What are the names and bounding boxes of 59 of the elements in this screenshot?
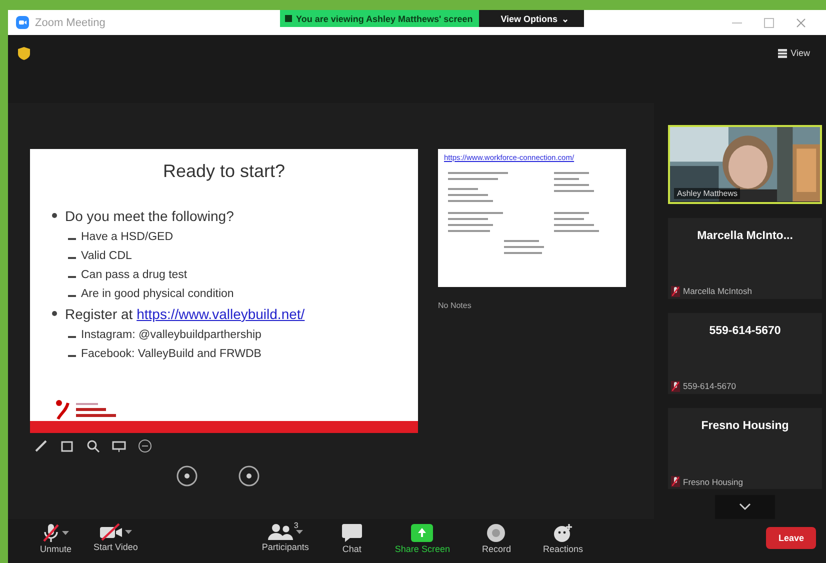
participant-name: 559-614-5670 <box>683 381 736 392</box>
sub-bullet-text: Are in good physical condition <box>81 288 234 300</box>
notes-text: No Notes <box>438 301 472 310</box>
dash-icon <box>68 276 76 278</box>
share-screen-icon <box>410 523 434 543</box>
close-icon[interactable] <box>796 18 806 28</box>
bullet-icon <box>52 311 57 316</box>
record-button[interactable]: Record <box>478 519 515 554</box>
smiley-plus-icon <box>552 523 574 543</box>
participant-name: Fresno Housing <box>683 476 744 487</box>
view-button[interactable]: View <box>772 47 816 59</box>
window-title: Zoom Meeting <box>35 16 106 28</box>
participant-display-name: 559-614-5670 <box>709 324 781 337</box>
slide-link[interactable]: https://www.valleybuild.net/ <box>136 306 305 322</box>
sub-bullet-text: Have a HSD/GED <box>81 231 174 243</box>
more-icon[interactable] <box>138 439 152 453</box>
reactions-button[interactable]: Reactions <box>538 519 588 554</box>
record-icon <box>486 523 506 543</box>
previous-slide-icon[interactable] <box>176 465 198 487</box>
caret-icon[interactable] <box>62 530 70 536</box>
sub-bullet-text: Valid CDL <box>81 250 132 262</box>
unmute-button[interactable]: Unmute <box>36 519 76 554</box>
caret-icon[interactable] <box>125 530 132 534</box>
sub-bullet-text: Instagram: @valleybuildparthership <box>81 329 262 341</box>
participants-button[interactable]: 3 Participants <box>258 519 313 554</box>
share-screen-button[interactable]: Share Screen <box>390 519 454 554</box>
chevron-down-icon[interactable] <box>739 503 751 512</box>
slide-title: Ready to start? <box>162 160 286 182</box>
grid-icon <box>778 48 787 58</box>
magnifier-icon[interactable] <box>86 439 100 453</box>
sharing-banner: You are viewing Ashley Matthews' screen <box>280 10 479 27</box>
people-icon <box>268 523 294 541</box>
bullet-text: Do you meet the following? <box>65 208 234 224</box>
view-options-button[interactable]: View Options ⌄ <box>478 10 584 27</box>
dash-icon <box>68 355 76 356</box>
pen-icon[interactable] <box>34 439 48 453</box>
participant-name: Ashley Matthews <box>674 188 740 198</box>
bullet-text: Register at https://www.valleybuild.net/ <box>65 306 305 322</box>
bullet-icon <box>52 213 57 218</box>
dash-icon <box>68 336 76 338</box>
leave-button[interactable]: Leave <box>766 527 816 549</box>
screen-icon[interactable] <box>112 439 126 453</box>
zoom-logo-icon <box>16 16 29 29</box>
sub-bullet-text: Can pass a drug test <box>81 269 188 281</box>
participant-count: 3 <box>294 521 298 530</box>
chat-button[interactable]: Chat <box>336 519 367 554</box>
participant-name: Marcella McIntosh <box>683 286 752 296</box>
chat-bubble-icon <box>340 523 363 543</box>
shield-icon[interactable] <box>18 46 30 60</box>
dash-icon <box>68 238 76 240</box>
dash-icon <box>68 257 76 258</box>
dash-icon <box>68 295 76 296</box>
start-video-button[interactable]: Start Video <box>90 519 142 554</box>
participant-display-name: Fresno Housing <box>701 420 789 432</box>
sub-bullet-text: Facebook: ValleyBuild and FRWDB <box>81 348 262 360</box>
next-slide-icon[interactable] <box>238 465 260 487</box>
slides-icon[interactable] <box>60 439 74 453</box>
participant-display-name: Marcella McInto... <box>697 230 793 242</box>
caret-icon[interactable] <box>296 530 303 534</box>
